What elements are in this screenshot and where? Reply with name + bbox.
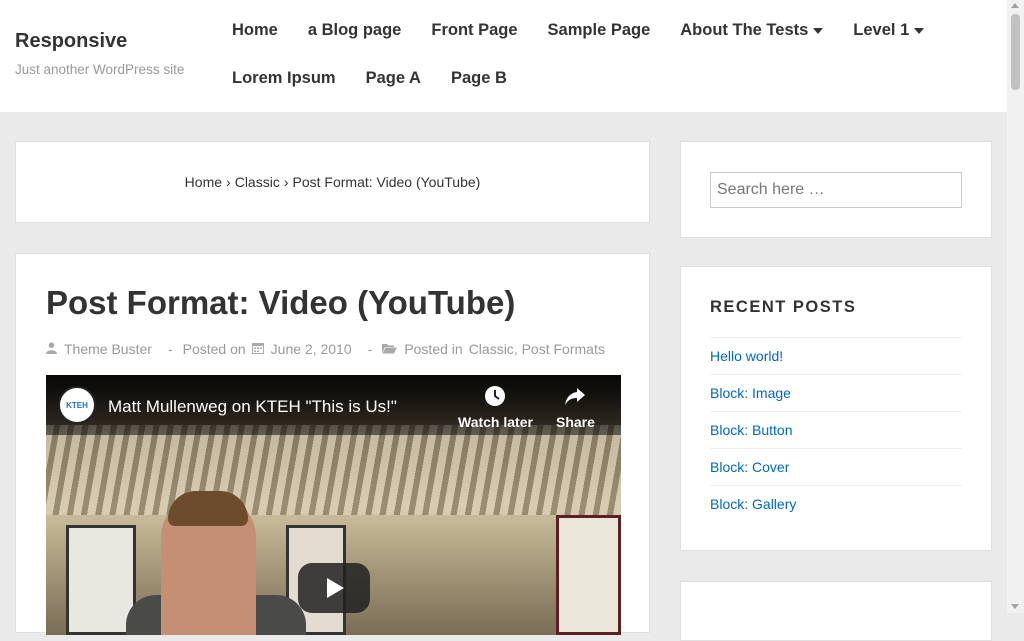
nav-item-level-1[interactable]: Level 1 <box>853 21 925 40</box>
post-category-link[interactable]: Post Formats <box>522 341 605 357</box>
recent-post-link[interactable]: Hello world! <box>710 348 783 364</box>
list-item: Block: Button <box>710 411 962 448</box>
breadcrumb-current: Post Format: Video (YouTube) <box>292 174 481 190</box>
clock-icon <box>458 385 533 414</box>
nav-item-page-b[interactable]: Page B <box>451 69 507 88</box>
search-widget <box>680 141 992 238</box>
nav-item-front-page[interactable]: Front Page <box>431 21 517 40</box>
breadcrumb-separator: › <box>283 174 289 190</box>
nav-item-blog-page[interactable]: a Blog page <box>308 21 402 40</box>
nav-item-label: Front Page <box>431 21 518 39</box>
watch-later-label: Watch later <box>458 414 533 430</box>
meta-separator: - <box>167 341 173 357</box>
channel-name: KTEH <box>66 400 88 410</box>
list-item: Block: Image <box>710 374 962 411</box>
watch-later-button[interactable]: Watch later <box>458 385 533 430</box>
site-header: Responsive Just another WordPress site H… <box>0 0 1007 112</box>
post-category-link[interactable]: Classic <box>469 341 514 357</box>
sidebar-widget <box>680 581 992 641</box>
breadcrumb-category-link[interactable]: Classic <box>235 174 280 190</box>
play-icon <box>327 578 344 598</box>
page-scrollbar[interactable] <box>1007 0 1024 613</box>
list-item: Hello world! <box>710 337 962 374</box>
nav-item-label: Level 1 <box>853 21 910 39</box>
recent-post-link[interactable]: Block: Button <box>710 422 793 438</box>
calendar-icon <box>251 341 264 357</box>
post-title: Post Format: Video (YouTube) <box>46 284 516 321</box>
nav-item-label: Sample Page <box>547 21 651 39</box>
video-frame-window <box>66 525 136 635</box>
video-frame-window <box>556 515 621 635</box>
recent-post-link[interactable]: Block: Gallery <box>710 496 796 512</box>
recent-posts-title: RECENT POSTS <box>710 298 857 316</box>
breadcrumb-container: Home › Classic › Post Format: Video (YouTube… <box>15 141 650 223</box>
nav-item-home[interactable]: Home <box>232 21 278 40</box>
folder-open-icon <box>382 341 398 357</box>
channel-logo[interactable]: KTEH <box>58 386 96 424</box>
scroll-up-icon[interactable] <box>1011 3 1019 8</box>
scroll-thumb[interactable] <box>1011 14 1020 90</box>
nav-item-about-the-tests[interactable]: About The Tests <box>680 21 824 40</box>
share-button[interactable]: Share <box>556 385 595 430</box>
nav-item-label: About The Tests <box>680 21 809 39</box>
category-separator: , <box>513 341 518 357</box>
search-input[interactable] <box>710 172 962 208</box>
post-author-link[interactable]: Theme Buster <box>64 341 152 357</box>
site-title[interactable]: Responsive <box>15 30 127 53</box>
breadcrumb-home-link[interactable]: Home <box>185 174 222 190</box>
list-item: Block: Gallery <box>710 485 962 522</box>
site-tagline: Just another WordPress site <box>15 62 185 77</box>
nav-item-lorem-ipsum[interactable]: Lorem Ipsum <box>232 69 336 88</box>
post-article: Post Format: Video (YouTube) Theme Buste… <box>15 253 650 635</box>
video-frame-person-hair <box>168 491 248 526</box>
nav-item-label: Home <box>232 21 278 39</box>
list-item: Block: Cover <box>710 448 962 485</box>
nav-item-label: Lorem Ipsum <box>232 69 336 87</box>
recent-posts-widget: RECENT POSTS Hello world! Block: Image B… <box>680 266 992 551</box>
recent-post-link[interactable]: Block: Image <box>710 385 791 401</box>
posted-on-label: Posted on <box>182 341 246 357</box>
share-label: Share <box>556 414 595 430</box>
meta-separator: - <box>367 341 373 357</box>
share-arrow-icon <box>556 385 595 414</box>
video-frame-ceiling <box>46 425 621 515</box>
nav-item-label: Page B <box>450 69 507 87</box>
posted-in-label: Posted in <box>404 341 463 357</box>
caret-down-icon <box>813 27 824 34</box>
breadcrumb: Home › Classic › Post Format: Video (YouTube… <box>16 174 649 190</box>
video-title[interactable]: Matt Mullenweg on KTEH "This is Us!" <box>108 397 397 417</box>
nav-row-2: Lorem Ipsum Page A Page B <box>232 69 537 88</box>
scroll-down-icon[interactable] <box>1011 604 1019 609</box>
youtube-video-embed[interactable]: KTEH Matt Mullenweg on KTEH "This is Us!… <box>46 375 621 635</box>
nav-item-label: a Blog page <box>307 21 402 39</box>
nav-item-page-a[interactable]: Page A <box>366 69 421 88</box>
post-meta: Theme Buster - Posted on June 2, 2010 - … <box>46 341 605 357</box>
post-date-link[interactable]: June 2, 2010 <box>271 341 352 357</box>
recent-post-link[interactable]: Block: Cover <box>710 459 789 475</box>
breadcrumb-separator: › <box>226 174 231 190</box>
nav-item-sample-page[interactable]: Sample Page <box>548 21 651 40</box>
caret-down-icon <box>914 27 925 34</box>
nav-item-label: Page A <box>365 69 421 87</box>
play-button[interactable] <box>298 563 370 613</box>
recent-posts-list: Hello world! Block: Image Block: Button … <box>710 337 962 522</box>
user-icon <box>46 341 57 357</box>
nav-row-1: Home a Blog page Front Page Sample Page … <box>232 21 954 40</box>
